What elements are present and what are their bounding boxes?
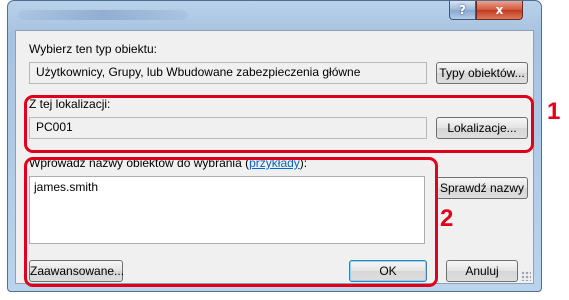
object-type-value: Użytkownicy, Grupy, lub Wbudowane zabezp… bbox=[36, 65, 361, 79]
object-type-label: Wybierz ten typ obiektu: bbox=[29, 42, 157, 56]
check-names-button[interactable]: Sprawdź nazwy bbox=[436, 177, 528, 199]
resize-grip[interactable] bbox=[521, 271, 531, 281]
close-icon: x bbox=[495, 3, 504, 17]
cancel-button[interactable]: Anuluj bbox=[446, 260, 518, 282]
help-button[interactable]: ? bbox=[449, 1, 476, 20]
highlight-box-names bbox=[24, 157, 438, 287]
object-type-field: Użytkownicy, Grupy, lub Wbudowane zabezp… bbox=[29, 62, 427, 84]
callout-number-2: 2 bbox=[440, 205, 454, 232]
callout-number-1: 1 bbox=[547, 98, 561, 125]
title-blurred bbox=[18, 10, 188, 20]
title-bar[interactable]: ? x bbox=[8, 1, 541, 30]
object-types-button[interactable]: Typy obiektów... bbox=[436, 62, 528, 84]
help-icon: ? bbox=[459, 3, 466, 17]
highlight-box-location bbox=[24, 95, 534, 153]
close-button[interactable]: x bbox=[476, 1, 523, 20]
